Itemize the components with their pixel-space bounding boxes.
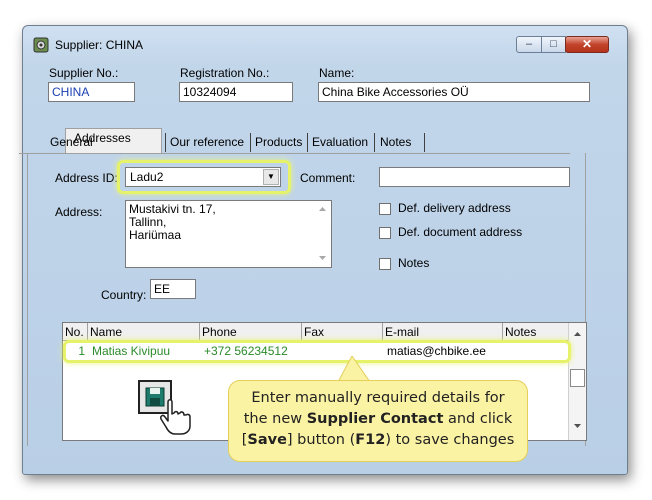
address-id-combo[interactable]: Ladu2 ▼ xyxy=(125,167,281,187)
cell-no[interactable]: 1 xyxy=(68,342,88,361)
notes-checkbox[interactable] xyxy=(379,258,391,270)
tab-separator xyxy=(307,133,308,152)
name-field[interactable]: China Bike Accessories OÜ xyxy=(318,82,590,102)
callout-emphasis: Save xyxy=(247,432,287,448)
application-icon xyxy=(33,37,49,53)
chevron-down-icon[interactable]: ▼ xyxy=(263,169,279,185)
address-textarea[interactable]: Mustakivi tn. 17, Tallinn, Hariümaa xyxy=(125,200,332,268)
table-row[interactable]: 1 Matias Kivipuu +372 56234512 matias@ch… xyxy=(62,322,569,362)
maximize-icon: □ xyxy=(550,38,557,50)
country-field[interactable]: EE xyxy=(150,279,196,299)
def-document-address-checkbox[interactable] xyxy=(379,227,391,239)
callout-line-1: Enter manually required details for xyxy=(251,390,505,406)
address-label: Address: xyxy=(55,205,103,219)
name-label: Name: xyxy=(319,66,355,80)
tab-separator xyxy=(250,133,251,152)
def-document-address-label: Def. document address xyxy=(398,225,523,239)
address-id-value: Ladu2 xyxy=(130,170,164,184)
tab-our-reference[interactable]: Our reference xyxy=(167,132,247,152)
tab-notes[interactable]: Notes xyxy=(377,132,414,152)
def-delivery-address-label: Def. delivery address xyxy=(398,201,511,215)
tab-products[interactable]: Products xyxy=(252,132,305,152)
scroll-arrows-icon xyxy=(319,207,326,260)
def-delivery-address-checkbox[interactable] xyxy=(379,203,391,215)
notes-checkbox-label: Notes xyxy=(398,256,430,270)
supplier-no-label: Supplier No.: xyxy=(49,66,119,80)
address-line: Hariümaa xyxy=(129,228,182,242)
address-id-label: Address ID: xyxy=(55,171,118,185)
callout-text: and click xyxy=(443,411,513,427)
cell-email[interactable]: matias@chbike.ee xyxy=(384,342,502,361)
close-icon: ✕ xyxy=(581,37,593,51)
country-label: Country: xyxy=(101,288,147,302)
minimize-icon: – xyxy=(525,38,533,50)
callout-text: the new xyxy=(243,411,307,427)
close-button[interactable]: ✕ xyxy=(565,36,609,53)
tab-evaluation[interactable]: Evaluation xyxy=(309,132,371,152)
comment-field[interactable] xyxy=(379,167,570,187)
cell-phone[interactable]: +372 56234512 xyxy=(201,342,301,361)
callout-line-2: the new Supplier Contact and click xyxy=(229,409,527,430)
title-bar[interactable]: Supplier: CHINA – □ ✕ xyxy=(23,26,627,60)
maximize-button[interactable]: □ xyxy=(541,36,566,53)
tab-addresses[interactable]: Addresses xyxy=(71,128,134,148)
callout-emphasis: F12 xyxy=(355,432,386,448)
instruction-callout: Enter manually required details for the … xyxy=(228,380,528,462)
window-title: Supplier: CHINA xyxy=(55,38,144,52)
address-scrollbar[interactable] xyxy=(314,201,331,267)
comment-label: Comment: xyxy=(300,171,356,185)
tab-separator xyxy=(424,133,425,152)
minimize-button[interactable]: – xyxy=(516,36,542,53)
callout-line-3: [Save] button (F12) to save changes xyxy=(229,430,527,451)
registration-no-field[interactable]: 10324094 xyxy=(179,82,293,102)
tab-separator xyxy=(374,133,375,152)
scrollbar-thumb[interactable] xyxy=(570,369,585,387)
callout-text: ] button ( xyxy=(286,432,356,448)
hand-pointer-icon xyxy=(160,399,191,435)
contacts-scrollbar[interactable] xyxy=(568,323,586,440)
supplier-no-field[interactable]: CHINA xyxy=(48,82,135,102)
callout-emphasis: Supplier Contact xyxy=(306,411,444,427)
registration-no-label: Registration No.: xyxy=(180,66,270,80)
callout-text: ) to save changes xyxy=(385,432,515,448)
cell-name[interactable]: Matias Kivipuu xyxy=(89,342,199,361)
cell-notes[interactable] xyxy=(504,342,568,361)
tab-separator xyxy=(165,133,166,152)
